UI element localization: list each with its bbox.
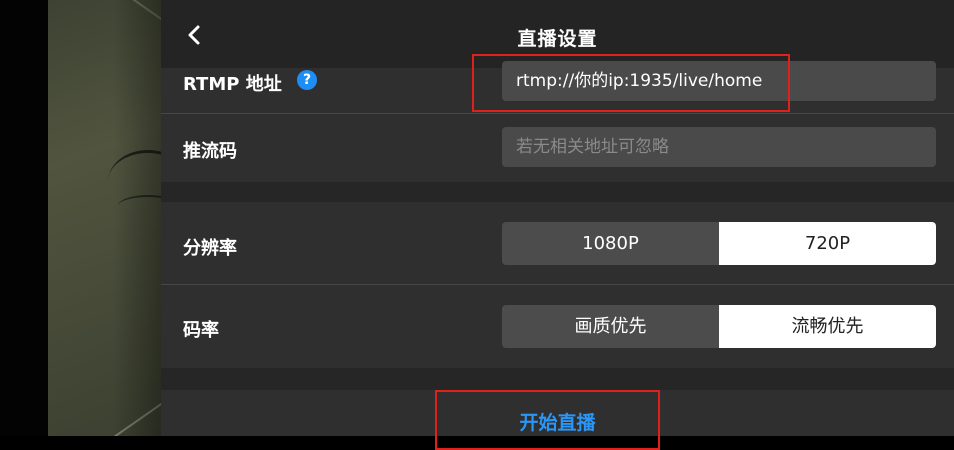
highlight-box-rtmp <box>472 54 790 112</box>
bitrate-option-quality[interactable]: 画质优先 <box>502 305 719 348</box>
highlight-box-start <box>435 390 660 450</box>
divider <box>161 113 954 114</box>
bitrate-option-smooth[interactable]: 流畅优先 <box>719 305 936 348</box>
section-gap <box>161 182 954 202</box>
resolution-segmented-control: 1080P 720P <box>502 222 936 265</box>
left-black-strip <box>0 0 48 436</box>
help-icon[interactable]: ? <box>297 70 317 90</box>
resolution-option-720p[interactable]: 720P <box>719 222 936 265</box>
section-gap <box>161 368 954 390</box>
stream-key-label: 推流码 <box>183 141 237 162</box>
page-title: 直播设置 <box>517 28 598 50</box>
rtmp-address-label: RTMP 地址 <box>183 74 282 95</box>
live-settings-panel: 直播设置 RTMP 地址 ? rtmp://你的ip:1935/live/hom… <box>161 0 954 450</box>
resolution-option-1080p[interactable]: 1080P <box>502 222 719 265</box>
resolution-label: 分辨率 <box>183 238 237 259</box>
divider <box>161 284 954 285</box>
bitrate-label: 码率 <box>183 320 219 341</box>
bitrate-segmented-control: 画质优先 流畅优先 <box>502 305 936 348</box>
camera-preview-background <box>48 0 161 436</box>
stream-key-input[interactable]: 若无相关地址可忽略 <box>502 127 936 167</box>
